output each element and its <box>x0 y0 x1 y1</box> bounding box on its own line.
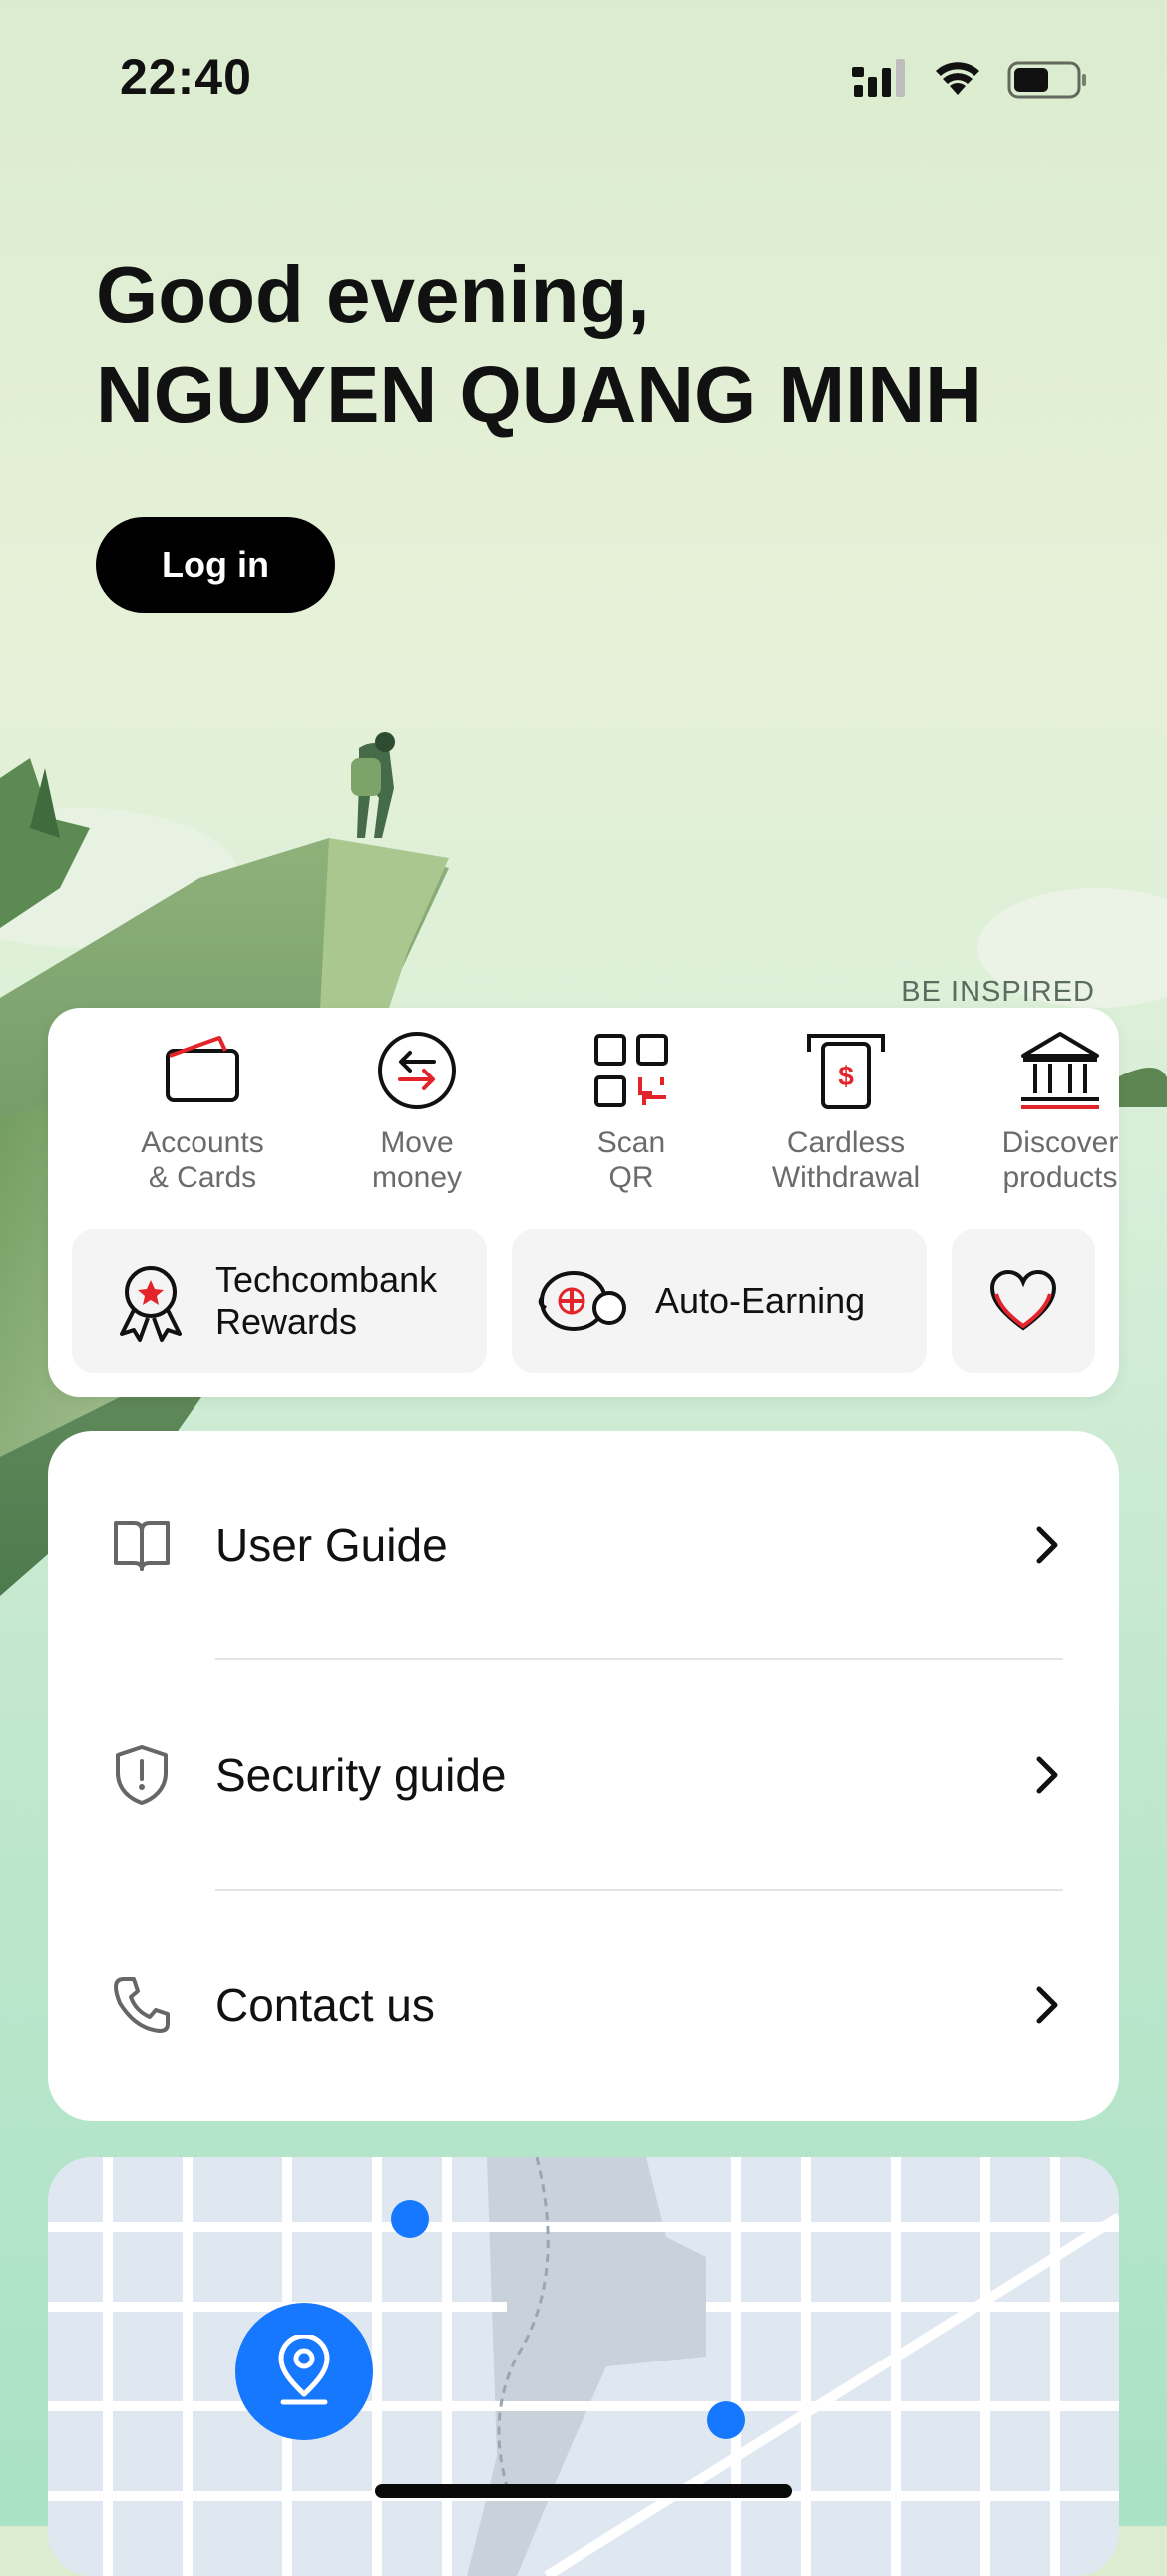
discover-products-action[interactable]: Discover products <box>961 1026 1160 1195</box>
wallet-icon <box>166 1036 239 1102</box>
security-guide-label: Security guide <box>215 1749 507 1801</box>
login-button[interactable]: Log in <box>96 517 335 613</box>
locate-button[interactable] <box>235 2303 373 2440</box>
chevron-right-icon <box>1036 1986 1058 2024</box>
favorites-chip[interactable] <box>952 1229 1095 1373</box>
award-ribbon-icon <box>120 1266 182 1342</box>
discover-products-label: Discover products <box>1001 1126 1119 1194</box>
auto-earning-label: Auto-Earning <box>655 1280 866 1321</box>
security-guide-row[interactable]: Security guide <box>48 1660 1119 1890</box>
customer-name: NGUYEN QUANG MINH <box>96 350 982 439</box>
shield-alert-icon <box>116 1745 168 1805</box>
greeting-line: Good evening, <box>96 250 650 339</box>
coins-icon <box>538 1271 626 1331</box>
hiker-figure <box>351 732 395 838</box>
atm-icon: $ <box>807 1034 885 1109</box>
cardless-withdrawal-action[interactable]: $ Cardless Withdrawal <box>746 1026 946 1195</box>
cardless-withdrawal-label: Cardless Withdrawal <box>771 1126 921 1194</box>
accounts-cards-action[interactable]: Accounts & Cards <box>103 1026 302 1195</box>
user-guide-row[interactable]: User Guide <box>48 1431 1119 1660</box>
contact-us-label: Contact us <box>215 1979 435 2031</box>
branch-marker <box>391 2200 429 2238</box>
techcombank-rewards-label: Techcombank Rewards <box>215 1259 438 1342</box>
scan-qr-action[interactable]: Scan QR <box>532 1026 731 1195</box>
quick-actions-card: Accounts & Cards Move money Scan QR $ Ca… <box>48 1008 1119 1397</box>
book-icon <box>114 1521 170 1571</box>
move-money-label: Move money <box>371 1126 463 1194</box>
branch-marker <box>707 2401 745 2439</box>
chevron-right-icon <box>1036 1526 1058 1564</box>
svg-text:$: $ <box>838 1061 854 1091</box>
be-inspired-tag[interactable]: BE INSPIRED <box>901 976 1095 1009</box>
chevron-right-icon <box>1036 1756 1058 1794</box>
bank-icon <box>1021 1032 1099 1109</box>
scan-qr-label: Scan QR <box>596 1126 666 1194</box>
accounts-cards-label: Accounts & Cards <box>141 1126 264 1194</box>
signal-icon <box>852 59 905 97</box>
branch-map-card[interactable] <box>48 2157 1119 2576</box>
location-pin-icon <box>278 2335 330 2405</box>
auto-earning-chip[interactable]: Auto-Earning <box>512 1229 927 1373</box>
heart-icon <box>989 1269 1057 1331</box>
help-menu-card: User Guide Security guide Contact us <box>48 1431 1119 2121</box>
techcombank-rewards-chip[interactable]: Techcombank Rewards <box>72 1229 487 1373</box>
wifi-icon <box>936 62 979 95</box>
qr-icon <box>594 1034 668 1107</box>
status-time: 22:40 <box>120 49 252 105</box>
transfer-icon <box>378 1032 456 1109</box>
move-money-action[interactable]: Move money <box>317 1026 517 1195</box>
phone-icon <box>114 1977 170 2033</box>
status-icons <box>852 59 1086 99</box>
home-indicator <box>375 2484 792 2498</box>
contact-us-row[interactable]: Contact us <box>48 1891 1119 2120</box>
battery-icon <box>1007 61 1086 99</box>
map-view[interactable] <box>48 2157 1119 2576</box>
user-guide-label: User Guide <box>215 1519 448 1571</box>
